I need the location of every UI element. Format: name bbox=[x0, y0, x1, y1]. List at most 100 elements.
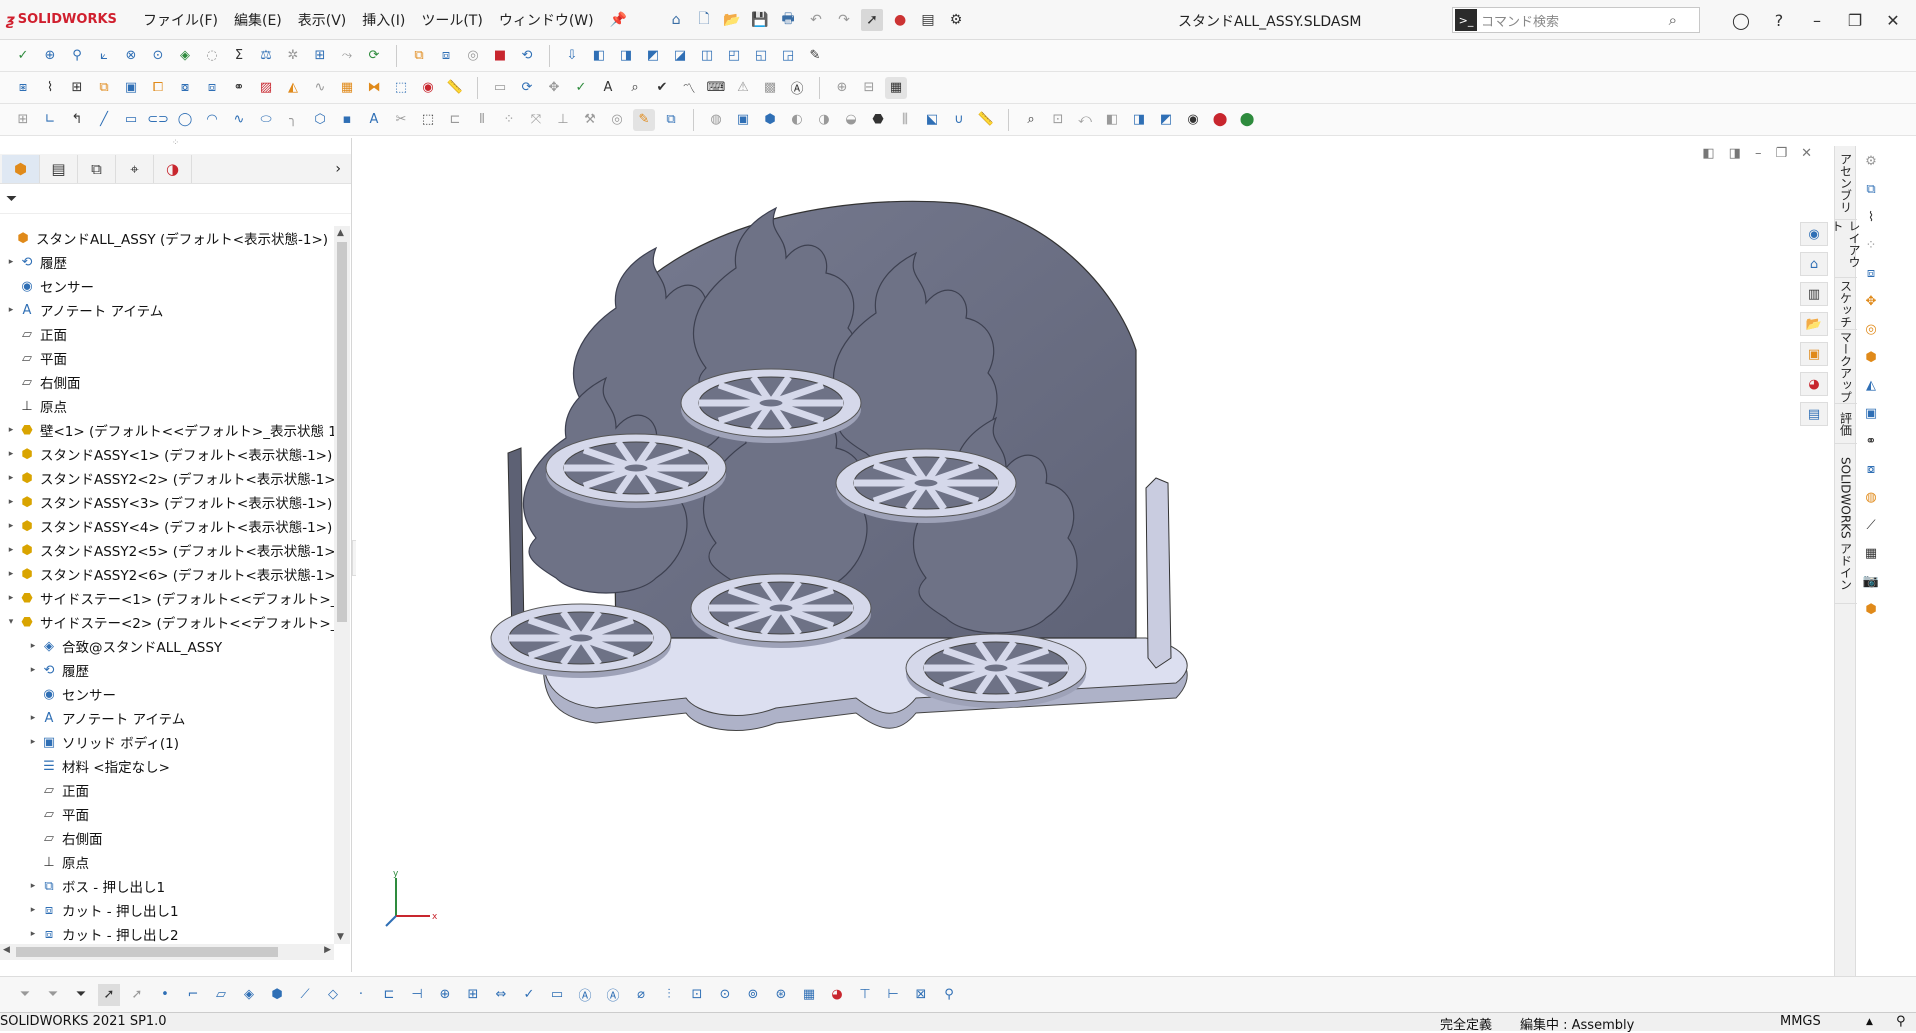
expand-icon[interactable]: ▸ bbox=[4, 545, 18, 555]
filter-datum-targets-icon[interactable]: ⌀ bbox=[630, 984, 652, 1006]
component-pattern-icon[interactable]: ⧇ bbox=[174, 77, 196, 99]
move-tool-icon[interactable]: ✥ bbox=[1860, 290, 1882, 312]
scenes-icon[interactable]: ⬤ bbox=[1236, 109, 1258, 131]
sum-icon[interactable]: Σ bbox=[228, 45, 250, 67]
view-box-3-icon[interactable]: ◩ bbox=[642, 45, 664, 67]
menu-insert[interactable]: 挿入(I) bbox=[354, 10, 413, 30]
smart-fasteners-icon[interactable]: ■ bbox=[489, 45, 511, 67]
view-box-8-icon[interactable]: ◲ bbox=[777, 45, 799, 67]
paperclip-icon[interactable]: ⌇ bbox=[39, 77, 61, 99]
tree-item[interactable]: ☰ 材料 <指定なし> bbox=[0, 754, 334, 778]
filter-weld-symbols-icon[interactable]: Ⓐ bbox=[602, 984, 624, 1006]
table-icon[interactable]: ▦ bbox=[885, 76, 907, 99]
snapshot-icon[interactable]: 📷 bbox=[1860, 570, 1882, 592]
command-search-input[interactable]: >_ コマンド検索 ⌕ bbox=[1452, 7, 1700, 33]
gear-tool-icon[interactable]: ⚙ bbox=[1860, 150, 1882, 172]
filter-appearance-icon[interactable]: ◕ bbox=[826, 984, 848, 1006]
hide-lines-icon[interactable]: ◑ bbox=[813, 109, 835, 131]
view-box-icon[interactable]: ◩ bbox=[1155, 109, 1177, 131]
hook-icon[interactable]: ∪ bbox=[948, 109, 970, 131]
filter-all-icon[interactable]: ⏷ bbox=[70, 984, 92, 1006]
tree-item[interactable]: ▾⬣ サイドステー<2> (デフォルト<<デフォルト>_表示状態 bbox=[0, 610, 334, 634]
edit-appearance-icon[interactable]: ✎ bbox=[804, 45, 826, 67]
arc-icon[interactable]: ◠ bbox=[201, 109, 223, 131]
exploded-view-icon[interactable]: ⇩ bbox=[561, 45, 583, 67]
zoom-icon[interactable]: ⌕ bbox=[1020, 109, 1042, 131]
expand-icon[interactable]: ▸ bbox=[26, 665, 40, 675]
bom-tool-icon[interactable]: ⚭ bbox=[1860, 430, 1882, 452]
tree-item[interactable]: ▸ ▣ ソリッド ボディ(1) bbox=[0, 730, 334, 754]
appearance-icon[interactable]: ⬤ bbox=[1209, 109, 1231, 131]
solidworks-logo[interactable]: ƺ SOLIDWORKS bbox=[0, 11, 135, 29]
filter-faces-icon[interactable]: ▱ bbox=[210, 984, 232, 1006]
explode-line-icon[interactable]: ⧓ bbox=[363, 77, 385, 99]
convert-entities-icon[interactable]: ⬚ bbox=[417, 109, 439, 131]
spline-icon[interactable]: ∿ bbox=[228, 109, 250, 131]
tree-vertical-scrollbar[interactable]: ▲ ▼ bbox=[334, 226, 350, 944]
tree-item[interactable]: ▱ 平面 bbox=[0, 802, 334, 826]
menu-file[interactable]: ファイル(F) bbox=[135, 10, 226, 30]
open-folder-icon[interactable]: 📂 bbox=[721, 9, 743, 31]
instant3d-icon[interactable]: ⬚ bbox=[390, 77, 412, 99]
check-disabled-icon[interactable]: ◌ bbox=[201, 45, 223, 67]
expand-icon[interactable]: ▸ bbox=[4, 521, 18, 531]
rectangle-icon[interactable]: ▭ bbox=[120, 109, 142, 131]
exploded-tool-icon[interactable]: ⧇ bbox=[1860, 458, 1882, 480]
tab-evaluate[interactable]: 評価 bbox=[1835, 404, 1857, 444]
interference-icon[interactable]: ⊗ bbox=[120, 45, 142, 67]
menu-view[interactable]: 表示(V) bbox=[290, 10, 355, 30]
tree-item[interactable]: ▸ ⧈ カット - 押し出し2 bbox=[0, 922, 334, 945]
tree-item[interactable]: ⬢ スタンドALL_ASSY (デフォルト<表示状態-1>) bbox=[0, 226, 334, 250]
filter-sketch-points-icon[interactable]: · bbox=[350, 984, 372, 1006]
scene-icon[interactable]: ⬣ bbox=[867, 109, 889, 131]
selection-disabled-icon[interactable]: ➚ bbox=[126, 984, 148, 1006]
hscroll-thumb[interactable] bbox=[16, 947, 278, 957]
menu-edit[interactable]: 編集(E) bbox=[226, 10, 290, 30]
zoom-area-icon[interactable]: ⊡ bbox=[1047, 109, 1069, 131]
feature-manager-tab-icon[interactable]: ⬢ bbox=[2, 154, 40, 183]
expand-icon[interactable]: ▸ bbox=[4, 257, 18, 267]
mate-icon[interactable]: ⧈ bbox=[435, 45, 457, 67]
display-style-icon[interactable]: ▣ bbox=[732, 109, 754, 131]
perspective-icon[interactable]: ◒ bbox=[840, 109, 862, 131]
tree-item[interactable]: ▱ 正面 bbox=[0, 778, 334, 802]
sensor-tool-icon[interactable]: ✲ bbox=[282, 45, 304, 67]
chevron-right-icon[interactable]: › bbox=[335, 161, 341, 177]
filter-mesh-icon[interactable]: ▦ bbox=[798, 984, 820, 1006]
filter-centerline-icon[interactable]: ⊞ bbox=[462, 984, 484, 1006]
mass-properties-icon[interactable]: ⚖ bbox=[255, 45, 277, 67]
view-box-5-icon[interactable]: ◫ bbox=[696, 45, 718, 67]
filter-dimensions-icon[interactable]: ⇔ bbox=[490, 984, 512, 1006]
tab-sketch[interactable]: スケッチ bbox=[1835, 278, 1857, 330]
account-icon[interactable]: ◯ bbox=[1730, 11, 1752, 30]
expand-icon[interactable]: ▸ bbox=[4, 473, 18, 483]
mate-tool-icon[interactable]: ⧈ bbox=[1860, 262, 1882, 284]
home-pane-icon[interactable]: ⌂ bbox=[1800, 252, 1828, 276]
ruler-icon[interactable]: 📏 bbox=[444, 77, 466, 99]
filter-notes-icon[interactable]: Ⓐ bbox=[574, 984, 596, 1006]
polygon-icon[interactable]: ⬡ bbox=[309, 109, 331, 131]
feature-icon[interactable]: ▨ bbox=[255, 77, 277, 99]
link-icon[interactable]: ⚭ bbox=[228, 77, 250, 99]
filter-routing-points-icon[interactable]: ⊛ bbox=[770, 984, 792, 1006]
fillet-icon[interactable]: ╮ bbox=[282, 109, 304, 131]
view-orientation-icon[interactable]: ⧆ bbox=[12, 77, 34, 99]
view-box-2-icon[interactable]: ◨ bbox=[615, 45, 637, 67]
filter-balloons-icon[interactable]: ⚲ bbox=[938, 984, 960, 1006]
instant3d-tool-icon[interactable]: ⟋ bbox=[1860, 514, 1882, 536]
restore-icon[interactable]: ❐ bbox=[1844, 11, 1866, 30]
select-arrow-icon[interactable]: ➚ bbox=[861, 8, 884, 31]
assembly-features-icon[interactable]: ⬢ bbox=[1860, 346, 1882, 368]
offset-icon[interactable]: ⊏ bbox=[444, 109, 466, 131]
view-cube-icon[interactable]: ⬢ bbox=[759, 109, 781, 131]
shaded-icon[interactable]: ◍ bbox=[705, 109, 727, 131]
filter-table-icon[interactable]: ⊤ bbox=[854, 984, 876, 1006]
tree-item[interactable]: ▸ ⬢ スタンドASSY2<6> (デフォルト<表示状態-1>) bbox=[0, 562, 334, 586]
move-entities-icon[interactable]: ⤧ bbox=[525, 109, 547, 131]
trim-icon[interactable]: ✂ bbox=[390, 109, 412, 131]
insert-components-icon[interactable]: ⧉ bbox=[1860, 178, 1882, 200]
tree-item[interactable]: ▸⬣ サイドステー<1> (デフォルト<<デフォルト>_表示状態 bbox=[0, 586, 334, 610]
tab-assembly[interactable]: アセンブリ bbox=[1835, 146, 1857, 220]
filter-midpoints-icon[interactable]: ⊣ bbox=[406, 984, 428, 1006]
statistics-icon[interactable]: ⊞ bbox=[309, 45, 331, 67]
